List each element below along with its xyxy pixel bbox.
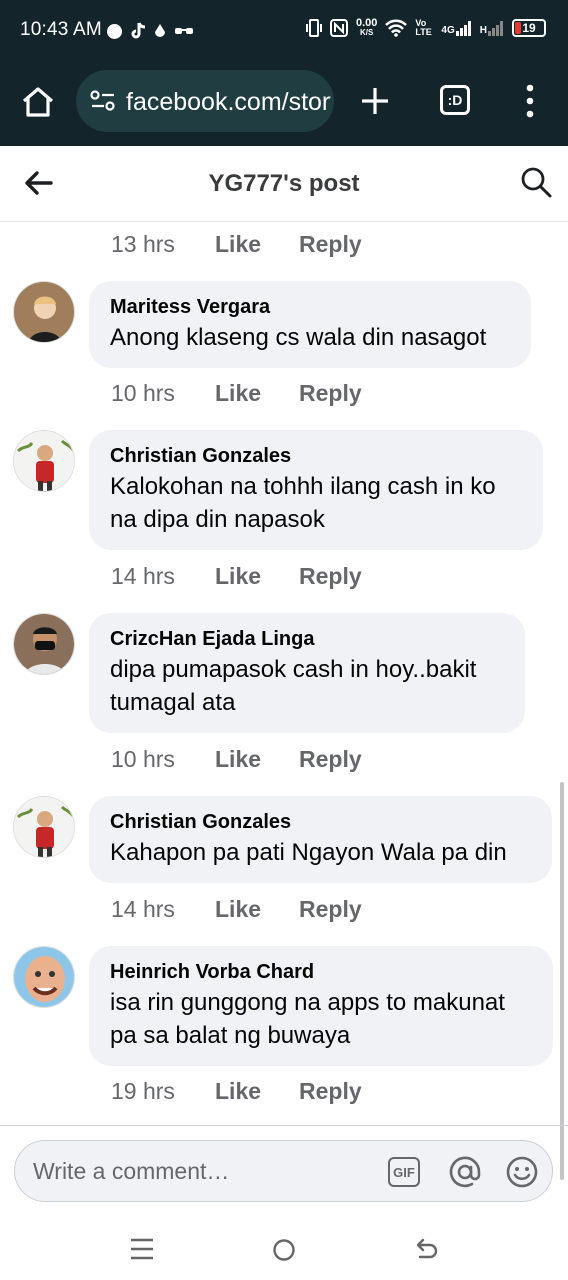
comment-input[interactable]: Write a comment… GIF — [14, 1140, 553, 1202]
home-icon[interactable] — [20, 84, 56, 120]
page-title: YG777's post — [208, 170, 360, 197]
comment-meta: 14 hrs Like Reply — [111, 563, 362, 590]
avatar[interactable] — [13, 613, 75, 675]
comment-bubble: Christian Gonzales Kalokohan na tohhh il… — [89, 430, 543, 550]
comment-meta: 19 hrs Like Reply — [111, 1078, 362, 1105]
avatar[interactable] — [13, 946, 75, 1008]
comment-meta: 10 hrs Like Reply — [111, 380, 362, 407]
comment-text: na dipa din napasok — [110, 506, 325, 533]
avatar[interactable] — [13, 281, 75, 343]
reply-button[interactable]: Reply — [299, 896, 362, 923]
net-speed: 0.00 — [356, 17, 378, 29]
comment-bubble: Christian Gonzales Kahapon pa pati Ngayo… — [89, 796, 552, 883]
comment-time: 10 hrs — [111, 746, 175, 772]
like-button[interactable]: Like — [215, 1078, 299, 1105]
search-icon[interactable] — [520, 166, 552, 198]
messenger-notification-icon — [107, 23, 122, 39]
commenter-name[interactable]: CrizcHan Ejada Linga — [110, 625, 504, 653]
site-settings-icon[interactable] — [90, 90, 116, 112]
reply-button[interactable]: Reply — [299, 1078, 362, 1105]
avatar[interactable] — [13, 430, 75, 492]
nfc-icon — [330, 19, 348, 37]
glasses-notification-icon — [175, 28, 193, 34]
like-button[interactable]: Like — [215, 896, 299, 923]
comment-time: 13 hrs — [111, 231, 175, 257]
like-button[interactable]: Like — [215, 563, 299, 590]
gif-button[interactable]: GIF — [388, 1157, 420, 1187]
reply-button[interactable]: Reply — [299, 231, 362, 258]
mention-icon[interactable] — [448, 1155, 482, 1189]
emoji-icon[interactable] — [505, 1155, 539, 1189]
clock: 10:43 AM — [20, 19, 102, 40]
like-button[interactable]: Like — [215, 746, 299, 773]
wifi-icon — [385, 19, 408, 37]
comment-time: 10 hrs — [111, 380, 175, 406]
more-menu-icon[interactable] — [524, 84, 536, 118]
comment-text: pa sa balat ng buwaya — [110, 1022, 351, 1049]
commenter-name[interactable]: Christian Gonzales — [110, 442, 522, 470]
comment-bubble: Maritess Vergara Anong klaseng cs wala d… — [89, 281, 531, 368]
browser-toolbar: facebook.com/story :D — [0, 62, 568, 146]
url-bar[interactable]: facebook.com/story — [76, 70, 334, 132]
net-speed-unit: K/S — [360, 28, 374, 37]
system-nav-bar — [0, 1212, 568, 1280]
reply-button[interactable]: Reply — [299, 563, 362, 590]
comment-text: Anong klaseng cs wala din nasagot — [110, 324, 487, 351]
tab-switcher-button[interactable]: :D — [440, 85, 470, 115]
comment-text: Kahapon pa pati Ngayon Wala pa din — [110, 839, 507, 866]
comment-text: dipa pumapasok cash in hoy..bakit — [110, 656, 477, 683]
like-button[interactable]: Like — [215, 380, 299, 407]
commenter-name[interactable]: Maritess Vergara — [110, 293, 510, 321]
comment-time: 14 hrs — [111, 896, 175, 922]
comment-meta: 14 hrs Like Reply — [111, 896, 362, 923]
new-tab-icon[interactable] — [360, 86, 390, 116]
scrollbar[interactable] — [560, 782, 564, 1180]
comment-text: tumagal ata — [110, 689, 236, 716]
reply-button[interactable]: Reply — [299, 380, 362, 407]
comment-text: isa rin gunggong na apps to makunat — [110, 989, 505, 1016]
battery-level: 19 — [522, 21, 536, 35]
like-button[interactable]: Like — [215, 231, 299, 258]
comment-placeholder[interactable]: Write a comment… — [33, 1158, 229, 1185]
network-type-2: H — [479, 25, 487, 36]
comment-bubble: Heinrich Vorba Chard isa rin gunggong na… — [89, 946, 553, 1066]
status-bar: 10:43 AM 0.00 K/S Vo LTE 4G H 19 — [0, 0, 568, 62]
reply-button[interactable]: Reply — [299, 746, 362, 773]
signal-bars-2-icon — [488, 21, 503, 36]
tiktok-notification-icon — [131, 22, 146, 39]
back-button-icon[interactable] — [414, 1237, 438, 1261]
post-header: YG777's post — [0, 146, 568, 222]
comment-time: 14 hrs — [111, 563, 175, 589]
avatar[interactable] — [13, 796, 75, 858]
volte-indicator: Vo LTE — [415, 18, 432, 37]
comment-bubble: CrizcHan Ejada Linga dipa pumapasok cash… — [89, 613, 525, 733]
vibrate-icon — [306, 19, 322, 37]
drop-notification-icon — [155, 24, 165, 37]
comment-meta: 10 hrs Like Reply — [111, 746, 362, 773]
network-type-1: 4G — [441, 25, 455, 36]
commenter-name[interactable]: Christian Gonzales — [110, 808, 531, 836]
signal-bars-icon — [455, 21, 471, 36]
url-text[interactable]: facebook.com/story — [126, 88, 331, 117]
comment-time: 19 hrs — [111, 1078, 175, 1104]
home-button-icon[interactable] — [272, 1238, 296, 1262]
battery-icon: 19 — [512, 19, 546, 37]
recent-apps-icon[interactable] — [130, 1238, 154, 1260]
comment-meta: 13 hrs Like Reply — [111, 231, 362, 258]
divider — [0, 1125, 568, 1126]
comment-text: Kalokohan na tohhh ilang cash in ko — [110, 473, 496, 500]
commenter-name[interactable]: Heinrich Vorba Chard — [110, 958, 532, 986]
